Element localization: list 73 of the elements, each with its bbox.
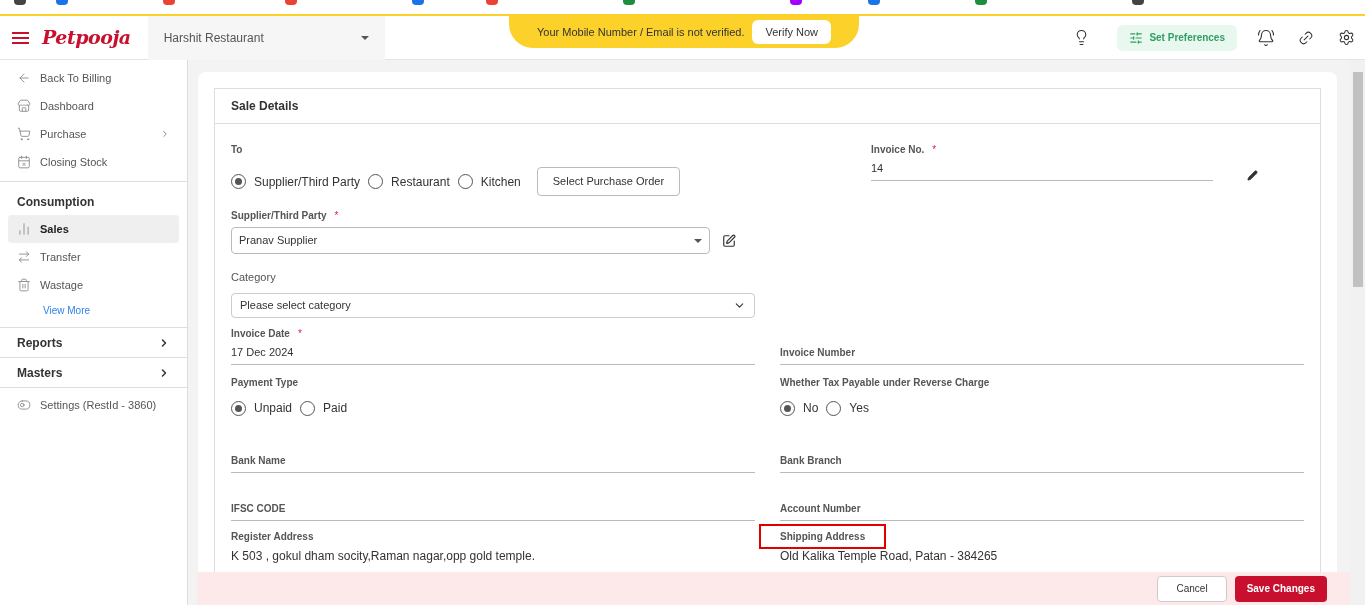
address-text: K 503 , gokul dham socity,Raman nagar,opp gold temple. bbox=[231, 549, 535, 563]
save-changes-button[interactable]: Save Changes bbox=[1234, 575, 1327, 602]
field-label: Bank Name bbox=[231, 454, 286, 468]
toggle-icon bbox=[17, 398, 31, 412]
text-field[interactable]: 17 Dec 2024 bbox=[231, 341, 755, 365]
sidebar-item[interactable]: Dashboard bbox=[8, 92, 179, 120]
field-label: Bank Branch bbox=[780, 454, 842, 468]
radio-option[interactable]: Yes bbox=[826, 399, 869, 417]
field-label: Shipping Address bbox=[759, 524, 887, 549]
sidebar-item[interactable]: Wastage bbox=[8, 271, 179, 299]
sidebar-item[interactable]: Closing Stock bbox=[8, 148, 179, 176]
required-mark: * bbox=[297, 327, 302, 341]
logo[interactable]: Petpooja bbox=[42, 23, 131, 52]
field-label: Payment Type bbox=[231, 376, 299, 390]
cart-icon bbox=[17, 127, 31, 141]
edit-icon[interactable] bbox=[722, 233, 736, 248]
bookmark-icon[interactable] bbox=[56, 0, 68, 5]
pencil-icon[interactable] bbox=[1247, 170, 1258, 181]
bell-icon[interactable] bbox=[1257, 28, 1275, 47]
trash-icon bbox=[17, 278, 31, 292]
sidebar-group[interactable]: Masters bbox=[0, 357, 187, 387]
field-label: Supplier/Third Party bbox=[231, 209, 327, 223]
field-label: IFSC CODE bbox=[231, 502, 286, 516]
view-more-link[interactable]: View More bbox=[43, 302, 91, 318]
field-label: Category bbox=[231, 271, 276, 283]
select-purchase-order-button[interactable]: Select Purchase Order bbox=[536, 167, 681, 196]
caret-icon bbox=[360, 35, 369, 40]
bar-chart-icon bbox=[17, 222, 31, 236]
section-heading: Consumption bbox=[17, 195, 95, 209]
address-text: Old Kalika Temple Road, Patan - 384265 bbox=[780, 549, 998, 563]
bookmark-icon[interactable] bbox=[790, 0, 802, 5]
verify-now-button[interactable]: Verify Now bbox=[752, 20, 832, 44]
field-label: Invoice No. bbox=[871, 143, 925, 157]
field-label: Whether Tax Payable under Reverse Charge bbox=[780, 376, 990, 390]
radio-option[interactable]: Paid bbox=[300, 399, 348, 417]
required-mark: * bbox=[932, 143, 937, 157]
bookmark-icon[interactable] bbox=[975, 0, 987, 5]
radio-option[interactable]: Unpaid bbox=[231, 399, 293, 417]
transfer-icon bbox=[17, 250, 31, 264]
radio-option[interactable]: Kitchen bbox=[457, 172, 521, 191]
radio-option[interactable]: Supplier/Third Party bbox=[231, 172, 361, 191]
banner-text: Your Mobile Number / Email is not verified. bbox=[537, 24, 745, 40]
field-label: Register Address bbox=[231, 530, 314, 544]
supplier-select[interactable]: Pranav Supplier bbox=[231, 227, 710, 254]
field-label: Account Number bbox=[780, 502, 861, 516]
bookmark-icon[interactable] bbox=[868, 0, 880, 5]
field-label: Invoice Date bbox=[231, 327, 290, 341]
panel-title: Sale Details bbox=[231, 98, 299, 115]
field-label: Invoice Number bbox=[780, 346, 856, 360]
restaurant-dropdown[interactable]: Harshit Restaurant bbox=[147, 15, 385, 60]
cancel-button[interactable]: Cancel bbox=[1157, 575, 1227, 602]
sidebar-item[interactable]: Sales bbox=[8, 215, 179, 243]
sidebar-item[interactable]: Back To Billing bbox=[8, 64, 179, 92]
caret-icon bbox=[694, 238, 702, 243]
sidebar-item[interactable]: Purchase bbox=[8, 120, 179, 148]
text-field[interactable]: 14 bbox=[871, 157, 1213, 181]
menu-icon[interactable] bbox=[12, 31, 29, 44]
required-mark: * bbox=[334, 209, 339, 223]
store-icon bbox=[17, 99, 31, 113]
settings-icon[interactable] bbox=[1338, 29, 1355, 46]
radio-option[interactable]: Restaurant bbox=[368, 172, 450, 191]
sidebar-group[interactable]: Reports bbox=[0, 327, 187, 357]
calendar-icon bbox=[17, 155, 31, 169]
bookmark-icon[interactable] bbox=[1132, 0, 1144, 5]
sidebar-item[interactable]: Settings (RestId - 3860) bbox=[8, 391, 179, 419]
bookmark-icon[interactable] bbox=[412, 0, 424, 5]
sidebar-item[interactable]: Transfer bbox=[8, 243, 179, 271]
sliders-icon bbox=[1129, 30, 1144, 45]
category-select[interactable]: Please select category bbox=[231, 293, 755, 318]
bookmark-icon[interactable] bbox=[623, 0, 635, 5]
field-label: To bbox=[231, 143, 243, 157]
bookmark-icon[interactable] bbox=[14, 0, 26, 5]
radio-option[interactable]: No bbox=[780, 399, 819, 417]
